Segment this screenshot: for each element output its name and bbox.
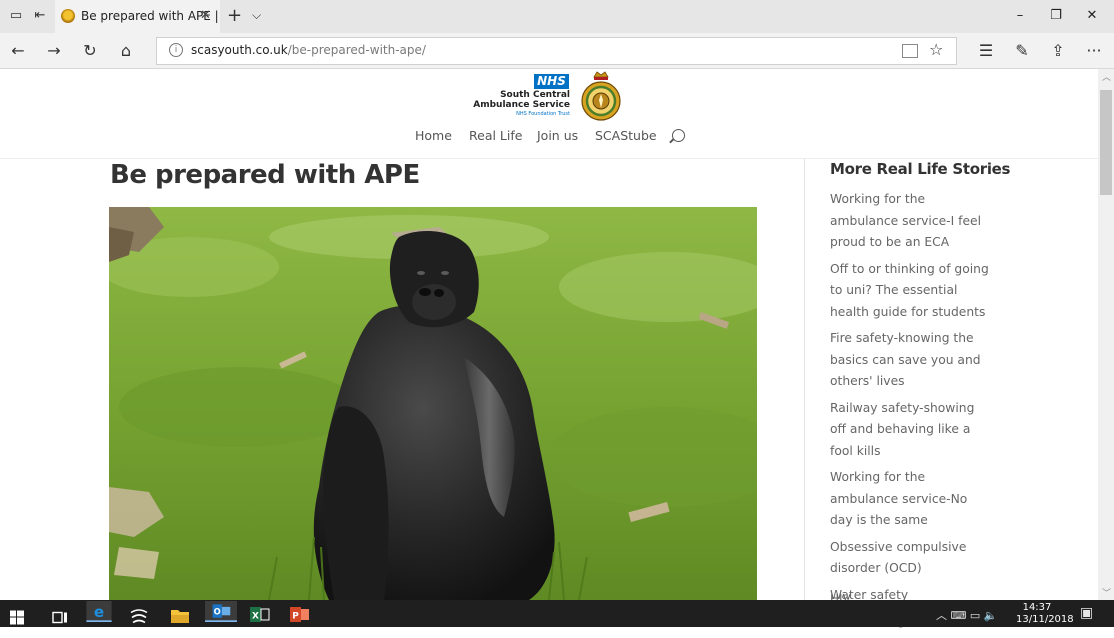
- site-logo[interactable]: NHS South Central Ambulance Service NHS …: [473, 74, 570, 120]
- scroll-down-icon[interactable]: ﹀: [1102, 586, 1111, 599]
- new-tab-button[interactable]: +: [227, 5, 242, 26]
- tab-preview-icon[interactable]: ▭: [8, 8, 24, 24]
- task-view-icon[interactable]: [52, 607, 68, 628]
- tab-close-icon[interactable]: ✕: [200, 8, 211, 23]
- powerpoint-icon[interactable]: P: [290, 604, 310, 625]
- url-text: scasyouth.co.uk/be-prepared-with-ape/: [191, 43, 426, 57]
- tab-title: Be prepared with APE |: [81, 9, 219, 23]
- gorilla-photo: [109, 207, 757, 600]
- story-link[interactable]: Off to or thinking of going to uni? The …: [830, 259, 992, 324]
- address-bar: ← → ↻ ⌂ i scasyouth.co.uk/be-prepared-wi…: [0, 33, 1114, 69]
- clock-date: 13/11/2018: [1016, 614, 1074, 625]
- story-link-partial[interactable]: HIV: [830, 592, 870, 600]
- tab-bar: ▭ ⇤ Be prepared with APE | ✕ + ⌵ – ❐ ✕: [0, 0, 1114, 33]
- forward-button[interactable]: →: [44, 41, 64, 60]
- clock[interactable]: 14:37 13/11/2018: [1016, 602, 1074, 626]
- back-button[interactable]: ←: [8, 41, 28, 60]
- sidebar-story-list: Working for the ambulance service-I feel…: [830, 189, 992, 638]
- site-info-icon[interactable]: i: [169, 43, 183, 57]
- story-link[interactable]: Working for the ambulance service-No day…: [830, 467, 992, 532]
- windows-start-icon[interactable]: [10, 607, 24, 628]
- svg-text:O: O: [214, 606, 221, 616]
- minimize-button[interactable]: –: [1010, 8, 1030, 23]
- crest-emblem-icon: [581, 71, 621, 121]
- action-center-icon[interactable]: ▣: [1080, 605, 1093, 621]
- scroll-up-icon[interactable]: ︿: [1102, 70, 1111, 83]
- page-title: Be prepared with APE: [110, 160, 420, 190]
- tab-dropdown-icon[interactable]: ⌵: [252, 8, 261, 23]
- reading-view-icon[interactable]: [902, 44, 918, 58]
- favicon-icon: [61, 9, 75, 23]
- sidebar-title: More Real Life Stories: [830, 160, 1011, 178]
- set-aside-tabs-icon[interactable]: ⇤: [32, 8, 48, 24]
- story-link[interactable]: Obsessive compulsive disorder (OCD): [830, 537, 992, 580]
- scrollbar-thumb[interactable]: [1100, 90, 1112, 195]
- svg-text:X: X: [252, 612, 259, 622]
- story-link[interactable]: Fire safety-knowing the basics can save …: [830, 328, 992, 393]
- svg-text:e: e: [94, 603, 104, 621]
- restore-button[interactable]: ❐: [1046, 8, 1066, 23]
- featured-image: [109, 207, 757, 600]
- sidebar-divider: [804, 158, 805, 600]
- nav-join-us[interactable]: Join us: [537, 128, 578, 143]
- logo-line-1: South Central: [500, 90, 570, 100]
- logo-line-2: Ambulance Service: [473, 100, 570, 110]
- favorite-star-icon[interactable]: ☆: [929, 40, 943, 59]
- nhs-badge: NHS: [534, 74, 569, 89]
- url-input[interactable]: i scasyouth.co.uk/be-prepared-with-ape/ …: [156, 37, 957, 65]
- share-icon[interactable]: ⇪: [1048, 41, 1068, 60]
- svg-text:P: P: [292, 612, 299, 622]
- main-navigation: Home Real Life Join us SCAStube: [0, 128, 1098, 150]
- file-explorer-icon[interactable]: [170, 605, 190, 626]
- nav-home[interactable]: Home: [415, 128, 452, 143]
- nav-real-life[interactable]: Real Life: [469, 128, 522, 143]
- header-divider: [0, 158, 1098, 159]
- story-link[interactable]: Working for the ambulance service-I feel…: [830, 189, 992, 254]
- favorites-hub-icon[interactable]: ☰: [976, 41, 996, 60]
- windows-taskbar: e O X P ︿ ⌨ ▭ 🔈 14:37 13/11/2018 ▣: [0, 600, 1114, 627]
- more-menu-icon[interactable]: ···: [1084, 41, 1104, 60]
- logo-line-3: NHS Foundation Trust: [516, 111, 570, 117]
- clock-time: 14:37: [1022, 602, 1052, 613]
- search-icon[interactable]: [672, 129, 685, 142]
- excel-icon[interactable]: X: [250, 604, 270, 625]
- home-button[interactable]: ⌂: [116, 41, 136, 60]
- wifi-settings-icon[interactable]: [130, 606, 148, 627]
- system-tray-icons[interactable]: ︿ ⌨ ▭ 🔈: [936, 607, 997, 623]
- active-tab[interactable]: Be prepared with APE | ✕: [55, 0, 220, 33]
- story-link[interactable]: Railway safety-showing off and behaving …: [830, 398, 992, 463]
- close-window-button[interactable]: ✕: [1082, 8, 1102, 23]
- refresh-button[interactable]: ↻: [80, 41, 100, 60]
- web-note-pen-icon[interactable]: ✎: [1012, 41, 1032, 60]
- outlook-icon[interactable]: O: [202, 601, 240, 622]
- edge-browser-icon[interactable]: e: [84, 601, 114, 622]
- nav-scastube[interactable]: SCAStube: [595, 128, 657, 143]
